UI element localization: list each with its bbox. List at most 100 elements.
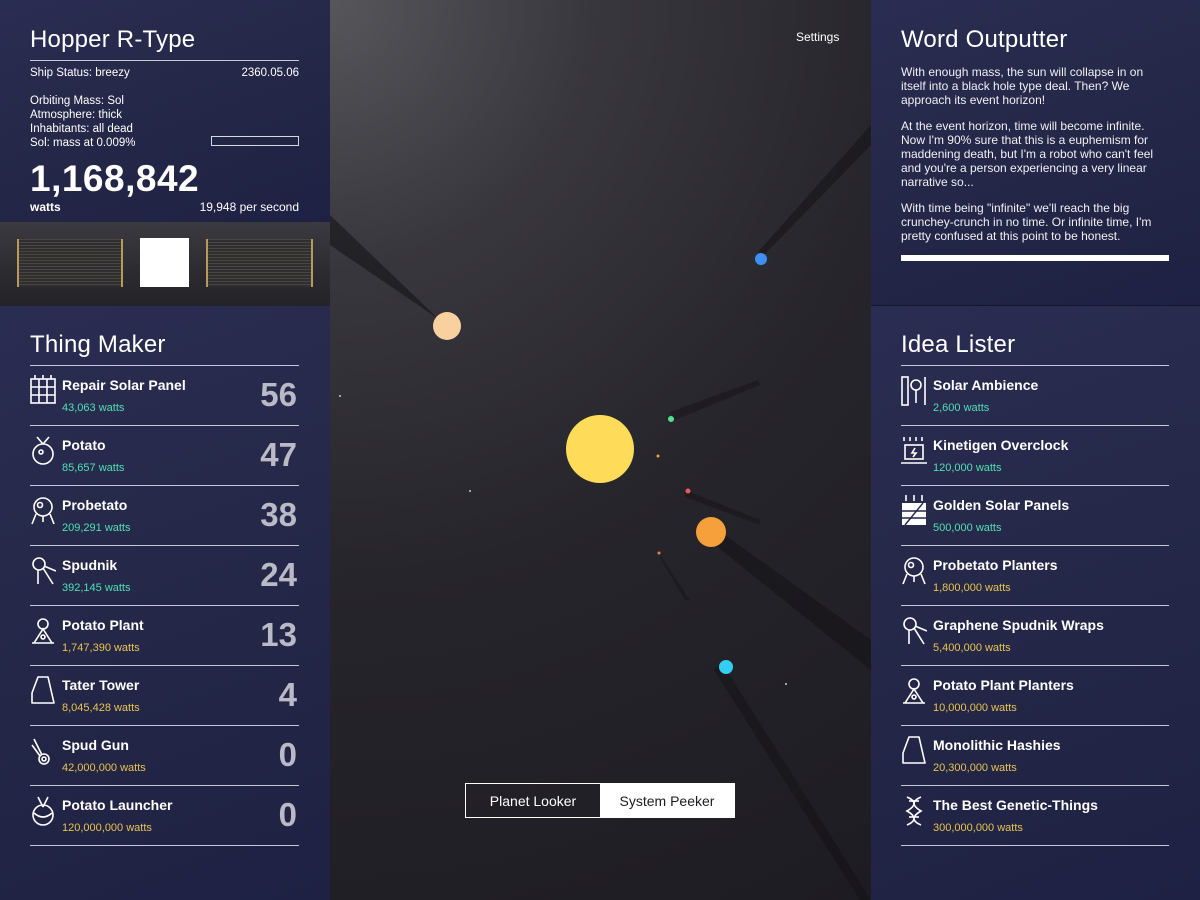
idea-lister-item-cost: 300,000,000 watts [933, 822, 1023, 834]
ship-title: Hopper R-Type [30, 26, 299, 61]
idea-lister-item[interactable]: Golden Solar Panels 500,000 watts [901, 486, 1169, 546]
idea-lister-item[interactable]: Probetato Planters 1,800,000 watts [901, 546, 1169, 606]
idea-lister-item-name: Golden Solar Panels [933, 497, 1070, 513]
control-strip [0, 222, 330, 306]
idea-lister-item-cost: 5,400,000 watts [933, 642, 1011, 654]
thing-maker-item-cost: 43,063 watts [62, 402, 125, 414]
kinetigen-icon [901, 435, 927, 467]
planet[interactable] [696, 517, 726, 547]
idea-lister-item-cost: 10,000,000 watts [933, 702, 1017, 714]
tab-system-peeker[interactable]: System Peeker [600, 784, 734, 817]
idea-lister-item-cost: 120,000 watts [933, 462, 1002, 474]
thing-maker-item-name: Tater Tower [62, 677, 140, 693]
left-slot[interactable] [17, 239, 123, 287]
thing-maker-item-count: 38 [260, 496, 297, 533]
thing-maker-item[interactable]: Probetato 209,291 watts 38 [30, 486, 299, 546]
word-outputter-panel: Word Outputter With enough mass, the sun… [871, 0, 1200, 306]
moon[interactable] [685, 488, 691, 494]
tater-tower-icon [30, 675, 56, 707]
planet[interactable] [719, 660, 733, 674]
ship-status: Ship Status: breezy [30, 67, 130, 79]
potato-plant-icon [30, 615, 56, 647]
thing-maker-item-count: 47 [260, 436, 297, 473]
idea-lister-item-name: Graphene Spudnik Wraps [933, 617, 1104, 633]
idea-lister-item[interactable]: Graphene Spudnik Wraps 5,400,000 watts [901, 606, 1169, 666]
thing-maker-item-name: Potato Launcher [62, 797, 173, 813]
idea-lister-item-cost: 2,600 watts [933, 402, 990, 414]
orbiting-mass: Orbiting Mass: Sol [30, 95, 124, 107]
planet[interactable] [433, 312, 461, 340]
idea-lister-item[interactable]: Kinetigen Overclock 120,000 watts [901, 426, 1169, 486]
thing-maker-item-cost: 392,145 watts [62, 582, 131, 594]
right-slot[interactable] [206, 239, 313, 287]
moon[interactable] [668, 416, 674, 422]
idea-lister-item-name: Kinetigen Overclock [933, 437, 1069, 453]
solar-panel-icon [30, 375, 56, 407]
output-progress-bar [901, 255, 1169, 261]
ship-info: Orbiting Mass: Sol Atmosphere: thick Inh… [30, 94, 299, 150]
thing-maker-list: Repair Solar Panel 43,063 watts 56 Potato 85… [30, 366, 299, 846]
orbit-trail [330, 215, 450, 330]
thing-maker-item[interactable]: Potato Launcher 120,000,000 watts 0 [30, 786, 299, 846]
tab-planet-looker[interactable]: Planet Looker [466, 784, 600, 817]
word-outputter-title: Word Outputter [901, 26, 1068, 53]
spudnik-icon [30, 555, 57, 587]
output-paragraph: With enough mass, the sun will collapse … [901, 65, 1144, 107]
moon[interactable] [656, 454, 660, 458]
idea-lister-item-name: Probetato Planters [933, 557, 1058, 573]
probetato-icon [901, 555, 927, 587]
planet[interactable] [755, 253, 767, 265]
ship-date: 2360.05.06 [241, 67, 299, 79]
idea-lister-item-cost: 20,300,000 watts [933, 762, 1017, 774]
orbit-trail [685, 490, 760, 525]
thing-maker-item-cost: 8,045,428 watts [62, 702, 140, 714]
inhabitants: Inhabitants: all dead [30, 123, 133, 135]
spud-gun-icon [30, 735, 56, 767]
watts-total: 1,168,842 [30, 158, 200, 199]
system-view[interactable]: Settings Planet Looker System Peeker [330, 0, 871, 900]
idea-lister-item-name: Monolithic Hashies [933, 737, 1061, 753]
output-paragraph: At the event horizon, time will become i… [901, 119, 1154, 189]
sun[interactable] [566, 415, 634, 483]
idea-lister-panel: Idea Lister Solar Ambience 2,600 watts Kin… [871, 306, 1200, 900]
thing-maker-item[interactable]: Spud Gun 42,000,000 watts 0 [30, 726, 299, 786]
idea-lister-item-cost: 1,800,000 watts [933, 582, 1011, 594]
idea-lister-item[interactable]: The Best Genetic-Things 300,000,000 watts [901, 786, 1169, 846]
ship-status-row: Ship Status: breezy 2360.05.06 [30, 66, 299, 80]
idea-lister-list: Solar Ambience 2,600 watts Kinetigen Overc… [901, 366, 1169, 846]
star [339, 395, 341, 397]
idea-lister-item[interactable]: Monolithic Hashies 20,300,000 watts [901, 726, 1169, 786]
word-output: With enough mass, the sun will collapse … [901, 65, 1169, 243]
thing-maker-item[interactable]: Repair Solar Panel 43,063 watts 56 [30, 366, 299, 426]
thing-maker-item[interactable]: Potato Plant 1,747,390 watts 13 [30, 606, 299, 666]
idea-lister-item[interactable]: Potato Plant Planters 10,000,000 watts [901, 666, 1169, 726]
potato-launcher-icon [30, 795, 56, 827]
thing-maker-item[interactable]: Tater Tower 8,045,428 watts 4 [30, 666, 299, 726]
thing-maker-item-name: Repair Solar Panel [62, 377, 186, 393]
solar-ambience-icon [901, 375, 927, 407]
thing-maker-item[interactable]: Potato 85,657 watts 47 [30, 426, 299, 486]
idea-lister-item-name: Potato Plant Planters [933, 677, 1074, 693]
thing-maker-item-cost: 42,000,000 watts [62, 762, 146, 774]
idea-lister-item-name: The Best Genetic-Things [933, 797, 1098, 813]
view-toggle: Planet Looker System Peeker [465, 783, 735, 818]
thing-maker-item-name: Potato Plant [62, 617, 144, 633]
orbit-trail [758, 125, 871, 255]
sol-mass-bar [211, 136, 299, 146]
potato-icon [30, 435, 56, 467]
thing-maker-title: Thing Maker [30, 331, 299, 366]
dna-icon [901, 795, 927, 827]
watts-row: watts 19,948 per second [30, 200, 299, 214]
thing-maker-item[interactable]: Spudnik 392,145 watts 24 [30, 546, 299, 606]
spudnik-icon [901, 615, 928, 647]
thing-maker-item-cost: 1,747,390 watts [62, 642, 140, 654]
ship-status-panel: Hopper R-Type Ship Status: breezy 2360.0… [0, 0, 330, 222]
thing-maker-panel: Thing Maker Repair Solar Panel 43,063 wat… [0, 306, 330, 900]
orbit-trail [715, 535, 871, 670]
idea-lister-item[interactable]: Solar Ambience 2,600 watts [901, 366, 1169, 426]
moon[interactable] [657, 551, 661, 555]
settings-link[interactable]: Settings [796, 30, 839, 44]
tater-tower-icon [901, 735, 927, 767]
generate-button[interactable] [140, 238, 189, 287]
thing-maker-item-cost: 85,657 watts [62, 462, 125, 474]
